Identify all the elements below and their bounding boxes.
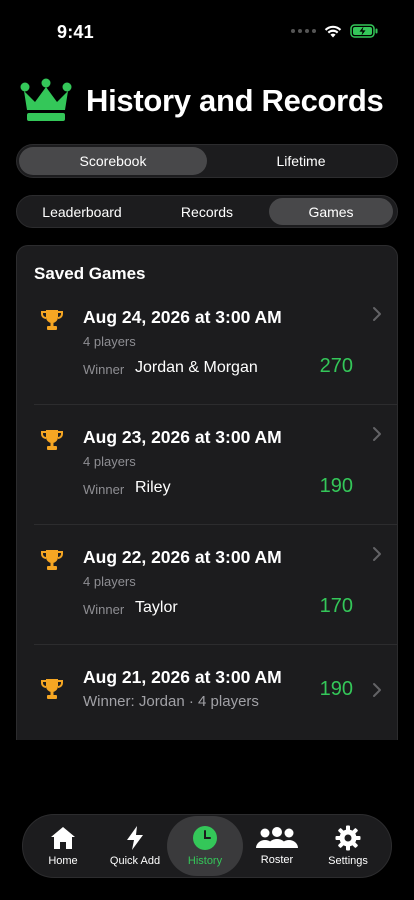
saved-games-card: Saved Games Aug 24, 2026 at 3:00 AM 4 pl… [16,245,398,740]
tab-home-label: Home [48,855,78,867]
crown-icon [20,78,72,121]
gear-icon [335,825,361,851]
winner-label: Winner [83,482,125,497]
battery-charging-icon [350,24,378,38]
divider [34,404,397,405]
wifi-icon [324,25,342,37]
game-player-count: 4 players [83,454,136,469]
people-icon [256,827,298,848]
tab-games[interactable]: Games [269,198,393,225]
winner-label: Winner [83,362,125,377]
status-icons [291,24,378,38]
game-row[interactable]: Aug 21, 2026 at 3:00 AM Winner: Jordan ·… [34,654,382,734]
tab-scorebook[interactable]: Scorebook [19,147,207,175]
winner-name: Jordan & Morgan [135,359,258,376]
game-player-count: 4 players [83,334,136,349]
tab-home[interactable]: Home [23,816,103,876]
page-title: History and Records [86,83,384,118]
game-score: 270 [319,355,353,377]
game-score: 190 [319,475,353,497]
tab-roster[interactable]: Roster [243,816,311,876]
game-date: Aug 22, 2026 at 3:00 AM [83,547,282,567]
primary-segmented-control: Scorebook Lifetime [16,144,398,178]
tab-settings[interactable]: Settings [311,816,385,876]
tab-roster-label: Roster [260,854,294,866]
tab-history-label: History [187,855,223,867]
game-date: Aug 23, 2026 at 3:00 AM [83,427,282,447]
tab-records[interactable]: Records [145,198,269,225]
tab-leaderboard[interactable]: Leaderboard [19,198,145,225]
screen: 9:41 History and Records Scorebook Lifet… [0,0,414,900]
house-icon [51,827,75,849]
bolt-icon [127,826,143,850]
trophy-icon [41,550,63,570]
tab-quick-add[interactable]: Quick Add [103,816,167,876]
tab-settings-label: Settings [328,855,368,867]
secondary-segmented-control: Leaderboard Records Games [16,195,398,228]
signal-dots-icon [291,29,316,33]
game-row[interactable]: Aug 22, 2026 at 3:00 AM 4 players Winner… [34,534,397,645]
game-row[interactable]: Aug 23, 2026 at 3:00 AM 4 players Winner… [34,414,397,525]
game-row[interactable]: Aug 24, 2026 at 3:00 AM 4 players Winner… [34,294,397,405]
divider [34,524,397,525]
chevron-right-icon [373,427,381,441]
divider [34,644,397,645]
trophy-icon [41,679,63,699]
winner-name: Riley [135,479,171,496]
status-bar: 9:41 [0,0,414,60]
chevron-right-icon [373,683,381,697]
winner-name: Taylor [135,599,178,616]
game-summary: Winner: Jordan · 4 players [83,693,259,710]
chevron-right-icon [373,547,381,561]
game-date: Aug 21, 2026 at 3:00 AM [83,667,282,687]
tab-history[interactable]: History [167,816,243,876]
status-time: 9:41 [57,22,94,42]
game-score: 190 [319,678,353,700]
tab-bar: Home Quick Add History Roster Settings [22,814,392,878]
tab-quick-add-label: Quick Add [109,855,161,867]
chevron-right-icon [373,307,381,321]
trophy-icon [41,310,63,330]
winner-label: Winner [83,602,125,617]
page-header: History and Records [20,78,384,124]
saved-games-title: Saved Games [34,264,146,283]
game-player-count: 4 players [83,574,136,589]
game-score: 170 [319,595,353,617]
clock-icon [193,826,217,850]
tab-lifetime[interactable]: Lifetime [207,147,395,175]
trophy-icon [41,430,63,450]
game-date: Aug 24, 2026 at 3:00 AM [83,307,282,327]
